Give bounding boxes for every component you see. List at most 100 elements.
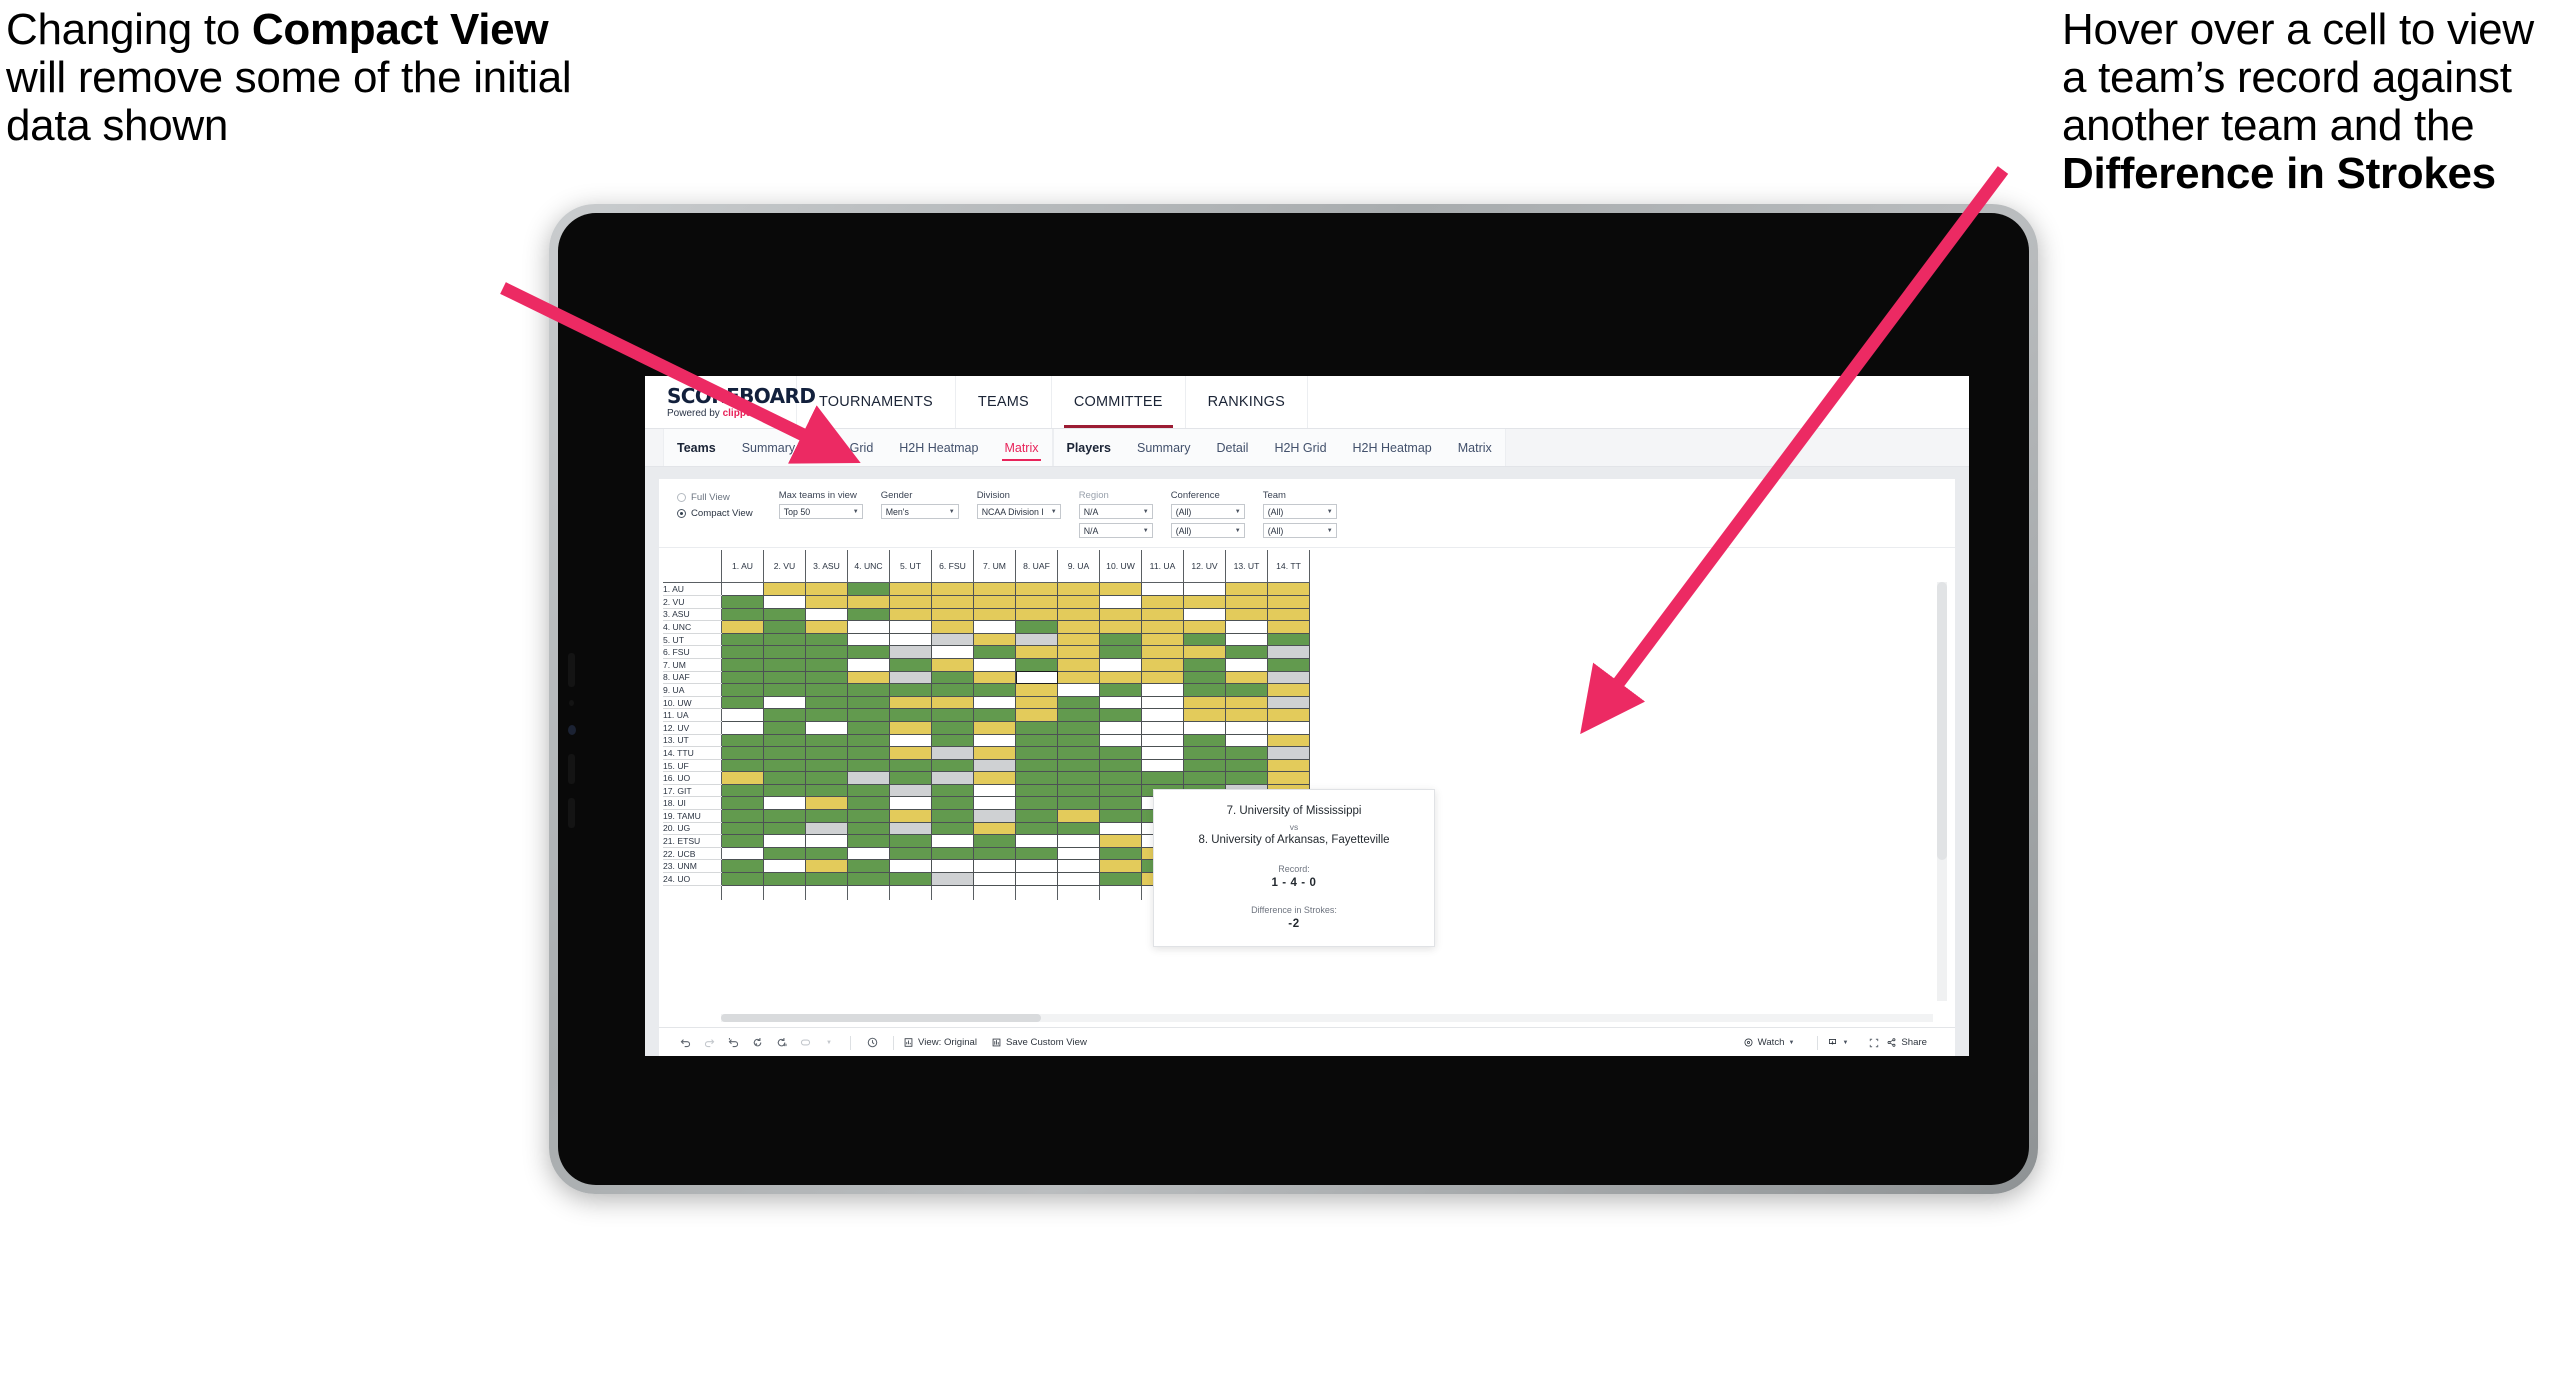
matrix-cell[interactable] <box>1099 633 1142 647</box>
matrix-cell[interactable] <box>931 595 974 609</box>
matrix-cell[interactable] <box>1183 746 1226 760</box>
matrix-cell[interactable] <box>847 620 890 634</box>
select-conference-primary[interactable]: (All) ▼ <box>1170 504 1245 520</box>
revert-icon[interactable] <box>721 1032 745 1054</box>
matrix-cell[interactable] <box>1099 683 1142 697</box>
select-max-teams[interactable]: Top 50 ▼ <box>778 504 863 520</box>
matrix-cell[interactable] <box>1267 608 1310 622</box>
matrix-cell[interactable] <box>1057 671 1100 685</box>
matrix-cell[interactable] <box>1183 608 1226 622</box>
matrix-cell[interactable] <box>931 708 974 722</box>
matrix-cell[interactable] <box>1057 759 1100 773</box>
matrix-cell[interactable] <box>889 708 932 722</box>
matrix-cell[interactable] <box>847 822 890 836</box>
matrix-cell[interactable] <box>805 822 848 836</box>
matrix-cell[interactable] <box>1099 620 1142 634</box>
matrix-cell[interactable] <box>847 759 890 773</box>
matrix-cell[interactable] <box>847 696 890 710</box>
matrix-cell[interactable] <box>1267 658 1310 672</box>
matrix-cell[interactable] <box>847 796 890 811</box>
refresh-icon[interactable] <box>745 1032 769 1054</box>
matrix-cell[interactable] <box>763 771 806 785</box>
matrix-cell[interactable] <box>805 834 848 848</box>
matrix-cell[interactable] <box>931 809 974 823</box>
matrix-cell[interactable] <box>1057 683 1100 697</box>
matrix-cell[interactable] <box>847 734 890 748</box>
matrix-cell[interactable] <box>973 784 1016 798</box>
matrix-cell[interactable] <box>847 771 890 785</box>
matrix-cell[interactable] <box>721 696 764 710</box>
matrix-cell[interactable] <box>1225 759 1268 773</box>
matrix-cell[interactable] <box>805 721 848 735</box>
matrix-cell[interactable] <box>1015 872 1058 886</box>
matrix-cell[interactable] <box>805 582 848 596</box>
matrix-cell[interactable] <box>1225 582 1268 596</box>
matrix-cell[interactable] <box>1057 620 1100 634</box>
matrix-cell[interactable] <box>1141 734 1184 748</box>
matrix-cell[interactable] <box>889 683 932 697</box>
matrix-cell[interactable] <box>805 645 848 659</box>
matrix-cell[interactable] <box>1225 645 1268 659</box>
matrix-cell[interactable] <box>889 847 932 861</box>
matrix-cell[interactable] <box>973 759 1016 773</box>
matrix-cell[interactable] <box>1267 595 1310 609</box>
matrix-cell[interactable] <box>1183 671 1226 685</box>
matrix-cell[interactable] <box>763 796 806 811</box>
matrix-cell[interactable] <box>1057 771 1100 785</box>
matrix-cell[interactable] <box>1225 696 1268 710</box>
matrix-cell[interactable] <box>1141 746 1184 760</box>
matrix-cell[interactable] <box>721 633 764 647</box>
matrix-cell[interactable] <box>721 608 764 622</box>
matrix-cell[interactable] <box>1225 683 1268 697</box>
matrix-cell[interactable] <box>973 708 1016 722</box>
matrix-cell[interactable] <box>931 734 974 748</box>
matrix-cell[interactable] <box>1141 683 1184 697</box>
matrix-cell[interactable] <box>847 859 890 874</box>
matrix-cell[interactable] <box>973 859 1016 874</box>
matrix-cell[interactable] <box>973 746 1016 760</box>
matrix-cell[interactable] <box>763 620 806 634</box>
matrix-cell[interactable] <box>721 859 764 874</box>
matrix-cell[interactable] <box>889 784 932 798</box>
matrix-cell[interactable] <box>847 582 890 596</box>
matrix-cell[interactable] <box>1225 734 1268 748</box>
pause-auto-updates-icon[interactable] <box>769 1032 793 1054</box>
matrix-cell[interactable] <box>1015 620 1058 634</box>
matrix-cell[interactable] <box>931 822 974 836</box>
matrix-cell[interactable] <box>805 809 848 823</box>
matrix-cell[interactable] <box>889 759 932 773</box>
matrix-cell[interactable] <box>1183 759 1226 773</box>
matrix-cell[interactable] <box>763 809 806 823</box>
matrix-cell[interactable] <box>847 721 890 735</box>
matrix-cell[interactable] <box>847 872 890 886</box>
matrix-cell[interactable] <box>1267 633 1310 647</box>
matrix-cell[interactable] <box>1141 721 1184 735</box>
matrix-cell[interactable] <box>1099 822 1142 836</box>
view-original-button[interactable]: View: Original <box>903 1037 977 1048</box>
matrix-cell[interactable] <box>763 658 806 672</box>
matrix-cell[interactable] <box>1099 645 1142 659</box>
matrix-cell[interactable] <box>847 746 890 760</box>
matrix-cell[interactable] <box>1141 708 1184 722</box>
matrix-cell[interactable] <box>1225 608 1268 622</box>
topnav-item-tournaments[interactable]: TOURNAMENTS <box>797 376 956 428</box>
matrix-cell[interactable] <box>763 734 806 748</box>
matrix-cell[interactable] <box>847 595 890 609</box>
matrix-cell[interactable] <box>973 696 1016 710</box>
matrix-cell[interactable] <box>721 721 764 735</box>
matrix-cell[interactable] <box>1099 809 1142 823</box>
topnav-item-rankings[interactable]: RANKINGS <box>1186 376 1309 428</box>
matrix-cell[interactable] <box>1267 671 1310 685</box>
matrix-cell[interactable] <box>1141 771 1184 785</box>
matrix-cell[interactable] <box>889 620 932 634</box>
matrix-cell[interactable] <box>721 734 764 748</box>
matrix-cell[interactable] <box>1099 872 1142 886</box>
matrix-cell[interactable] <box>1225 721 1268 735</box>
matrix-cell[interactable] <box>805 683 848 697</box>
matrix-cell[interactable] <box>721 683 764 697</box>
matrix-cell[interactable] <box>1141 633 1184 647</box>
matrix-cell[interactable] <box>1267 645 1310 659</box>
matrix-cell[interactable] <box>721 645 764 659</box>
matrix-cell[interactable] <box>1057 809 1100 823</box>
matrix-cell[interactable] <box>847 784 890 798</box>
